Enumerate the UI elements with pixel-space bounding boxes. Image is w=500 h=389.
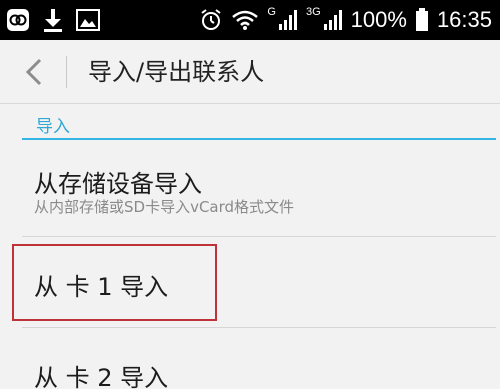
back-button[interactable] <box>16 54 52 90</box>
section-header-import: 导入 <box>36 117 70 137</box>
image-icon <box>76 9 100 31</box>
app-icon <box>6 8 30 32</box>
item-subtitle: 从内部存储或SD卡导入vCard格式文件 <box>34 198 295 216</box>
alarm-icon <box>199 8 223 32</box>
list-item-import-from-sim2[interactable]: 从 卡 2 导入 <box>0 328 500 389</box>
highlight-box <box>12 244 217 321</box>
clock: 16:35 <box>436 7 492 32</box>
item-title: 从 卡 2 导入 <box>34 364 169 389</box>
status-bar: G 3G 100% 16:35 <box>0 0 500 40</box>
action-bar-bottom-line <box>0 103 500 104</box>
chevron-left-icon <box>24 57 44 87</box>
screen: G 3G 100% 16:35 导入/导出联系人 导入 从存储设备导入 从内部存… <box>0 0 500 389</box>
download-icon <box>42 7 64 33</box>
page-title: 导入/导出联系人 <box>88 58 265 86</box>
system-status: G 3G 100% 16:35 <box>199 0 492 40</box>
notification-icons <box>6 6 100 34</box>
network-type-2: 3G <box>305 6 321 18</box>
item-title: 从存储设备导入 <box>34 170 202 198</box>
battery-icon <box>415 8 429 32</box>
action-bar: 导入/导出联系人 <box>0 40 500 104</box>
battery-percent: 100% <box>350 7 407 32</box>
signal-icon <box>278 9 298 31</box>
list-item-import-from-storage[interactable]: 从存储设备导入 从内部存储或SD卡导入vCard格式文件 <box>0 140 500 236</box>
signal-icon-2 <box>323 9 343 31</box>
wifi-icon <box>231 9 259 31</box>
network-type-1: G <box>267 6 276 18</box>
action-bar-divider <box>66 56 67 88</box>
